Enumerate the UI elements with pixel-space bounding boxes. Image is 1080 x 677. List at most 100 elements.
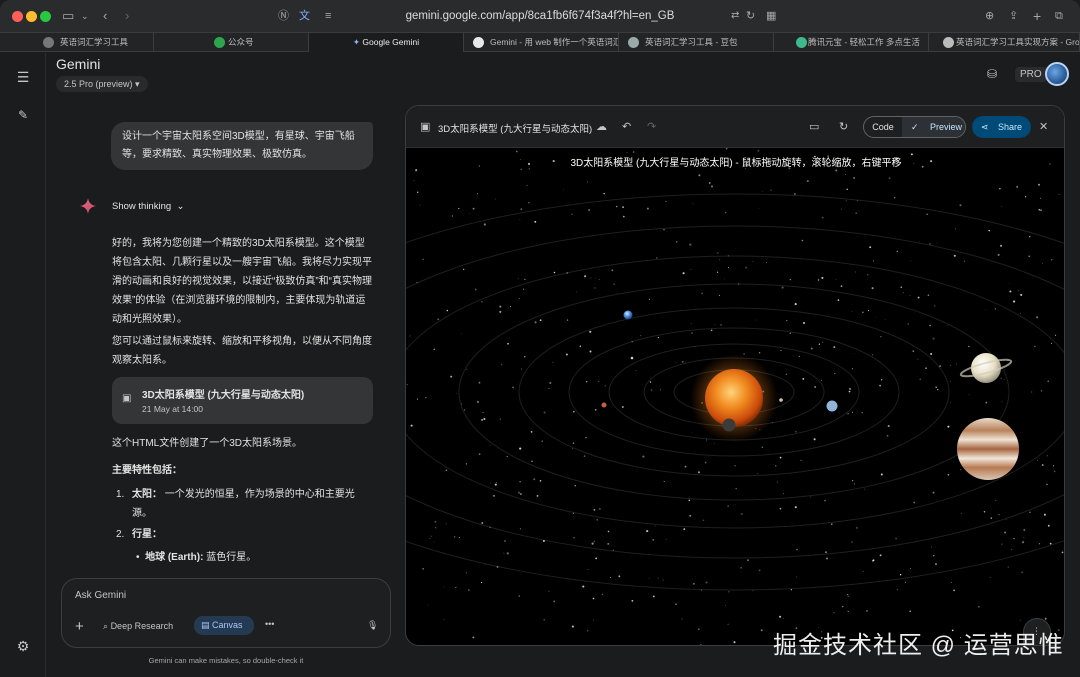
console-icon[interactable]: ▭	[809, 120, 819, 133]
refresh-icon[interactable]: ↻	[839, 120, 848, 133]
share-button[interactable]: ⋖ Share	[972, 116, 1031, 138]
star	[593, 540, 596, 543]
sidebar-toggle-icon[interactable]: ▭	[62, 8, 74, 24]
canvas-artifact-card[interactable]: ▣ 3D太阳系模型 (九大行星与动态太阳) 21 May at 14:00	[112, 377, 373, 424]
star	[963, 260, 965, 262]
star	[499, 305, 502, 308]
user-message: 设计一个宇宙太阳系空间3D模型，有星球、宇宙飞船等，要求精致、真实物理效果、极致…	[111, 122, 373, 170]
solar-system-preview[interactable]: 3D太阳系模型 (九大行星与动态太阳) - 鼠标拖动旋转，滚轮缩放，右键平移 ⋮…	[406, 148, 1065, 646]
star	[519, 447, 522, 450]
tab-official-account[interactable]: 公众号	[154, 33, 309, 52]
star	[886, 434, 889, 437]
star	[1041, 464, 1044, 466]
download-icon[interactable]: ⊕	[985, 8, 994, 24]
star	[932, 337, 935, 340]
star	[867, 274, 869, 276]
star	[1000, 206, 1002, 208]
star	[960, 469, 962, 471]
star	[585, 380, 588, 383]
star	[989, 576, 991, 578]
star	[735, 487, 737, 490]
star	[524, 356, 526, 358]
reload-icon[interactable]: ↻	[746, 8, 755, 24]
pro-badge: PRO	[1015, 67, 1047, 82]
tab-overview-icon[interactable]: ⧉	[1055, 8, 1063, 24]
add-icon[interactable]: +	[75, 618, 84, 635]
star	[584, 275, 587, 278]
tab-grok[interactable]: 英语词汇学习工具实现方案 - Grok	[929, 33, 1080, 52]
tab-doubao[interactable]: 英语词汇学习工具 - 豆包	[619, 33, 774, 52]
star	[900, 286, 903, 289]
star	[689, 243, 692, 246]
star	[796, 548, 798, 551]
star	[1013, 538, 1015, 540]
star	[758, 208, 760, 209]
star	[1046, 455, 1048, 457]
maximize-window-button[interactable]	[40, 11, 51, 22]
star	[701, 292, 703, 295]
star	[866, 609, 868, 612]
back-icon[interactable]: ‹	[103, 8, 107, 24]
star	[1042, 263, 1043, 265]
preview-tab[interactable]: ✓ Preview	[902, 117, 965, 137]
more-options-icon[interactable]: •••	[265, 619, 274, 629]
star	[563, 189, 565, 191]
address-bar[interactable]: gemini.google.com/app/8ca1fb6f674f3a4f?h…	[320, 6, 760, 27]
chevron-down-icon[interactable]: ⌄	[81, 8, 89, 24]
star	[947, 473, 950, 476]
close-icon[interactable]: ✕	[1039, 120, 1048, 133]
chat-history[interactable]: 设计一个宇宙太阳系空间3D模型，有星球、宇宙飞船等，要求精致、真实物理效果、极致…	[56, 100, 396, 580]
new-chat-icon[interactable]: ✎	[0, 108, 46, 122]
code-tab[interactable]: Code	[864, 117, 902, 137]
translate-page-icon[interactable]: ⇄	[731, 8, 739, 24]
forward-icon[interactable]: ›	[125, 8, 129, 24]
cloud-save-icon[interactable]: ☁	[596, 120, 607, 133]
star	[727, 505, 729, 507]
star	[704, 461, 707, 464]
tab-vocab-tool[interactable]: 英语词汇学习工具	[34, 33, 154, 52]
star	[530, 431, 533, 433]
model-selector[interactable]: 2.5 Pro (preview) ▾	[56, 76, 148, 92]
canvas-button[interactable]: ▤ Canvas	[194, 616, 254, 635]
star	[817, 279, 820, 281]
star	[1050, 258, 1053, 261]
star	[489, 482, 491, 484]
star	[719, 259, 721, 261]
share-page-icon[interactable]: ⇪	[1009, 8, 1018, 24]
microphone-icon[interactable]: 🎙	[367, 620, 378, 631]
new-tab-icon[interactable]: +	[1033, 8, 1041, 24]
star	[413, 180, 415, 181]
star	[1038, 208, 1041, 211]
star	[752, 260, 754, 262]
redo-icon[interactable]: ↷	[647, 120, 656, 133]
canvas-icon: ▤	[201, 620, 210, 630]
solar-system-scene[interactable]	[406, 148, 1065, 646]
star	[460, 333, 462, 334]
tab-yuanbao[interactable]: 腾讯元宝 - 轻松工作 多点生活	[774, 33, 929, 52]
incognito-icon[interactable]: ⛁	[987, 67, 997, 81]
extensions-icon[interactable]: ▦	[766, 8, 776, 24]
star	[949, 364, 951, 366]
star	[985, 309, 987, 310]
tab-gemini-vocab[interactable]: Gemini - 用 web 制作一个英语词汇...	[464, 33, 619, 52]
star	[572, 442, 575, 444]
deep-research-button[interactable]: ⌕ Deep Research	[103, 621, 173, 632]
star	[476, 193, 478, 195]
star	[893, 196, 896, 199]
menu-icon[interactable]: ☰	[0, 69, 46, 86]
notion-extension-icon[interactable]: Ⓝ	[278, 8, 289, 24]
prompt-input[interactable]: Ask Gemini + ⌕ Deep Research ▤ Canvas ••…	[61, 578, 391, 648]
close-window-button[interactable]	[12, 11, 23, 22]
settings-gear-icon[interactable]: ⚙	[0, 638, 46, 655]
star	[1000, 377, 1003, 380]
avatar[interactable]	[1045, 62, 1069, 86]
undo-icon[interactable]: ↶	[622, 120, 631, 133]
star	[598, 507, 601, 510]
star	[595, 557, 598, 560]
translate-extension-icon[interactable]: 文	[299, 8, 310, 24]
tab-google-gemini[interactable]: ✦ Google Gemini	[309, 33, 464, 52]
minimize-window-button[interactable]	[26, 11, 37, 22]
show-thinking-toggle[interactable]: Show thinking ⌄	[112, 201, 184, 212]
star	[593, 508, 596, 511]
star	[425, 396, 427, 399]
